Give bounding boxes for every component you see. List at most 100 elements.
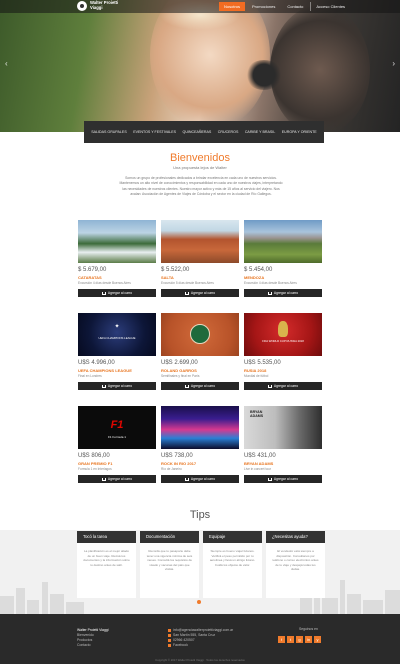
product-image[interactable] [244, 220, 322, 263]
product-image[interactable]: FIFA WORLD CUP RUSSIA 2018 [244, 313, 322, 356]
world-cup-trophy-icon [278, 321, 288, 337]
footer-facebook[interactable]: Facebook [173, 643, 188, 648]
product-card-salta[interactable]: $ 5.522,00 Salta Excursión 5 días desde … [161, 220, 239, 297]
product-card-champions-league[interactable]: ✦ UEFA CHAMPIONS LEAGUE U$S 4.996,00 UEF… [78, 313, 156, 390]
youtube-icon[interactable]: y [314, 636, 321, 643]
slider-next-icon[interactable]: › [392, 59, 395, 68]
welcome-title: Bienvenidos [170, 152, 230, 164]
add-to-cart-button[interactable]: Agregar al carro [78, 475, 156, 483]
product-description: Final en Londres [78, 374, 102, 378]
product-price: U$S 431,00 [244, 453, 276, 459]
add-to-cart-button[interactable]: Agregar al carro [244, 382, 322, 390]
linkedin-icon[interactable]: in [305, 636, 312, 643]
tip-body: La planificación es el mejor aliado de u… [83, 549, 130, 567]
product-description: Excursión 4 días desde Buenos Aires [244, 281, 297, 285]
mail-icon [168, 629, 171, 632]
footer-link-contacto[interactable]: Contacto [77, 643, 108, 648]
product-description: Excursión 4 días desde Buenos Aires [78, 281, 131, 285]
product-image-caption: FIFA WORLD CUP RUSSIA 2018 [262, 339, 304, 343]
product-title[interactable]: Mendoza [244, 275, 322, 280]
product-title[interactable]: Salta [161, 275, 239, 280]
product-description: Live in concert tour [244, 467, 271, 471]
logo-mark-icon [77, 1, 87, 11]
product-image[interactable] [161, 313, 239, 356]
tip-body: Recordá que tu pasaporte debe tener una … [146, 549, 193, 572]
tips-pagination-dot[interactable] [197, 600, 201, 604]
footer: Walter Proietti Viaggi Bienvenido Produc… [0, 614, 400, 664]
cart-icon [184, 477, 189, 481]
category-cruceros[interactable]: Cruceros [218, 130, 239, 134]
product-title[interactable]: UEFA Champions League [78, 368, 156, 373]
product-title[interactable]: Rusia 2018 [244, 368, 322, 373]
product-card-mendoza[interactable]: $ 5.454,00 Mendoza Excursión 4 días desd… [244, 220, 322, 297]
product-title[interactable]: Gran Premio F1 [78, 461, 156, 466]
add-to-cart-button[interactable]: Agregar al carro [161, 475, 239, 483]
product-card-bryan-adams[interactable]: BRYAN ADAMS U$S 431,00 Bryan Adams Live … [244, 406, 322, 483]
google-plus-icon[interactable]: g [296, 636, 303, 643]
add-to-cart-button[interactable]: Agregar al carro [244, 475, 322, 483]
footer-links: Walter Proietti Viaggi Bienvenido Produc… [77, 628, 108, 648]
product-card-gran-premio-f1[interactable]: F1 F1 Formula 1 U$S 806,00 Gran Premio F… [78, 406, 156, 483]
product-title[interactable]: Bryan Adams [244, 461, 322, 466]
product-price: U$S 5.535,00 [244, 360, 281, 366]
cart-icon [184, 384, 189, 388]
category-caribe-brasil[interactable]: Caribe y Brasil [245, 130, 275, 134]
tip-title: Tocó la tarea [77, 531, 136, 543]
product-image[interactable] [78, 220, 156, 263]
product-price: U$S 738,00 [161, 453, 193, 459]
product-price: U$S 806,00 [78, 453, 110, 459]
product-image-caption: F1 Formula 1 [108, 435, 126, 439]
product-title[interactable]: Cataratas [78, 275, 156, 280]
nav-link-nosotros[interactable]: Nosotros [219, 2, 246, 11]
product-image[interactable]: F1 F1 Formula 1 [78, 406, 156, 449]
product-card-roland-garros[interactable]: U$S 2.699,00 Roland Garros Semifinales y… [161, 313, 239, 390]
product-image-caption: BRYAN ADAMS [250, 410, 264, 418]
tip-card-3: Equipaje Siempre es bueno viajar liviano… [203, 531, 262, 598]
slider-prev-icon[interactable]: ‹ [5, 59, 8, 68]
hero-slider[interactable]: Walter Proietti Viaggi Nosotros Promocio… [0, 0, 400, 132]
cart-icon [267, 384, 272, 388]
add-to-cart-button[interactable]: Agregar al carro [161, 382, 239, 390]
cart-icon [184, 291, 189, 295]
add-to-cart-button[interactable]: Agregar al carro [161, 289, 239, 297]
tip-body: El vendedor está siempre a disposición. … [272, 549, 319, 572]
product-image[interactable] [161, 406, 239, 449]
nav-link-contacto[interactable]: Contacto [282, 2, 308, 11]
product-description: Excursión 5 días desde Buenos Aires [161, 281, 214, 285]
product-image-caption: UEFA CHAMPIONS LEAGUE [98, 336, 136, 340]
top-navbar: Walter Proietti Viaggi Nosotros Promocio… [0, 0, 400, 13]
product-title[interactable]: Roland Garros [161, 368, 239, 373]
category-quinceaneras[interactable]: Quinceañeras [183, 130, 212, 134]
category-europa-oriente[interactable]: Europa y Oriente [282, 130, 317, 134]
tip-card-4: ¿Necesitas ayuda? El vendedor está siemp… [266, 531, 325, 598]
product-price: U$S 2.699,00 [161, 360, 198, 366]
tip-title: ¿Necesitas ayuda? [266, 531, 325, 543]
twitter-icon[interactable]: t [287, 636, 294, 643]
product-image[interactable]: BRYAN ADAMS [244, 406, 322, 449]
product-price: $ 5.522,00 [161, 267, 190, 273]
cart-icon [267, 291, 272, 295]
product-description: Mundial de fútbol [244, 374, 269, 378]
city-skyline-illustration [0, 580, 400, 614]
product-title[interactable]: Rock in Rio 2017 [161, 461, 239, 466]
nav-link-acceso-clientes[interactable]: Acceso Clientes [310, 2, 350, 11]
facebook-icon[interactable]: f [278, 636, 285, 643]
product-card-rock-in-rio[interactable]: U$S 738,00 Rock in Rio 2017 Río de Janei… [161, 406, 239, 483]
product-card-cataratas[interactable]: $ 5.679,00 Cataratas Excursión 4 días de… [78, 220, 156, 297]
product-image[interactable] [161, 220, 239, 263]
product-card-rusia-2018[interactable]: FIFA WORLD CUP RUSSIA 2018 U$S 5.535,00 … [244, 313, 322, 390]
product-image[interactable]: ✦ UEFA CHAMPIONS LEAGUE [78, 313, 156, 356]
product-description: Formula 1 en Interlagos [78, 467, 112, 471]
cart-icon [267, 477, 272, 481]
welcome-subtitle: Una propuesta lejos de Walter [173, 165, 227, 170]
category-salidas-grupales[interactable]: Salidas grupales [91, 130, 126, 134]
add-to-cart-button[interactable]: Agregar al carro [78, 382, 156, 390]
add-to-cart-button[interactable]: Agregar al carro [244, 289, 322, 297]
add-to-cart-button[interactable]: Agregar al carro [78, 289, 156, 297]
tip-card-1: Tocó la tarea La planificación es el mej… [77, 531, 136, 598]
nav-link-promociones[interactable]: Promociones [247, 2, 280, 11]
category-eventos-festivales[interactable]: Eventos y festivales [133, 130, 176, 134]
logo[interactable]: Walter Proietti Viaggi [77, 1, 118, 11]
product-price: $ 5.679,00 [78, 267, 107, 273]
social-label: Seguinos en [299, 627, 318, 631]
